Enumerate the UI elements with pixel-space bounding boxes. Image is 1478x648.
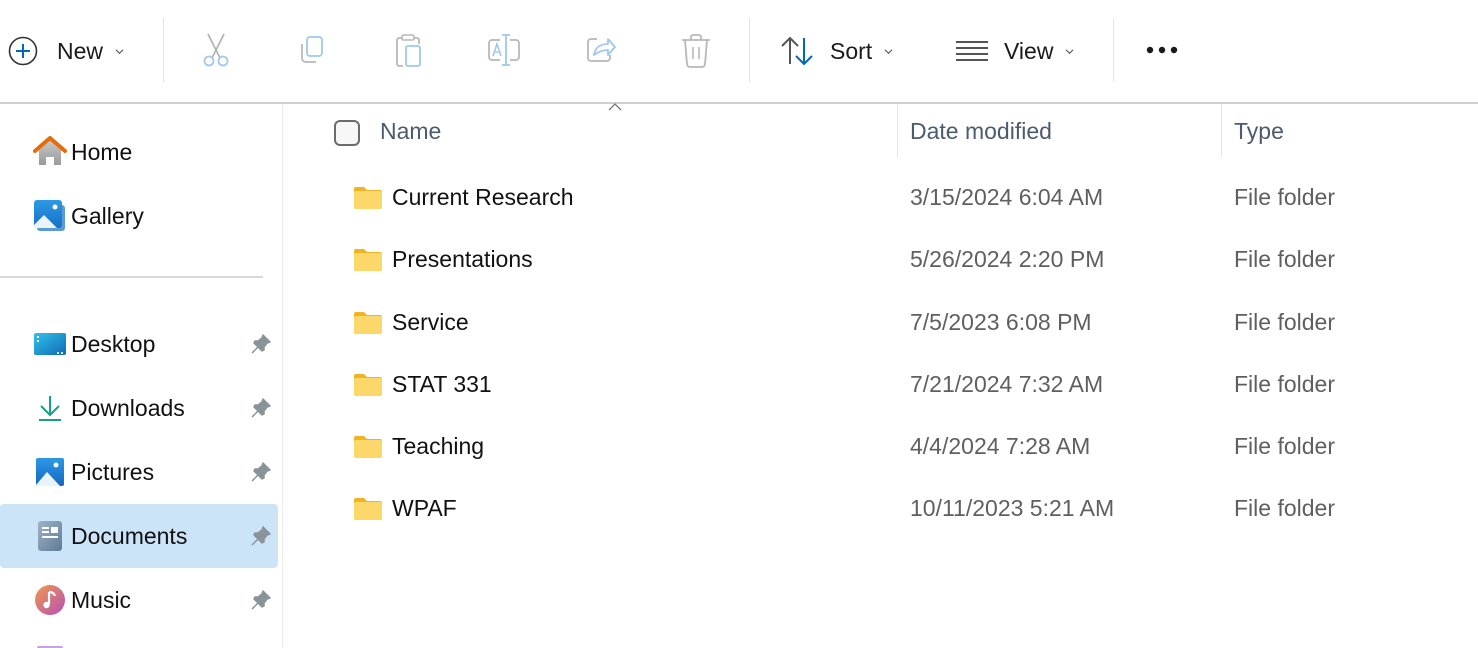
share-icon — [587, 38, 616, 62]
command-bar: New Sort View — [0, 0, 1478, 104]
more-options-icon — [1146, 46, 1178, 54]
sidebar-label: Gallery — [71, 202, 144, 229]
more-options-button[interactable] — [1142, 30, 1182, 70]
sidebar-label: Home — [71, 138, 133, 165]
file-type: File folder — [1234, 371, 1335, 397]
sort-icon — [781, 36, 813, 66]
sidebar-label: Pictures — [71, 458, 155, 485]
sort-button[interactable]: Sort — [780, 28, 893, 74]
folder-icon — [354, 187, 382, 209]
sidebar-item-desktop[interactable]: Desktop — [0, 312, 278, 376]
pin-icon[interactable] — [250, 589, 272, 611]
sort-ascending-icon — [608, 103, 622, 111]
rename-icon — [488, 34, 520, 66]
folder-icon — [354, 498, 382, 520]
pin-icon[interactable] — [250, 461, 272, 483]
folder-icon — [354, 312, 382, 334]
file-row[interactable]: Teaching 4/4/2024 7:28 AM File folder — [284, 417, 1478, 479]
gallery-icon — [33, 199, 67, 233]
desktop-icon — [33, 327, 67, 361]
home-icon — [33, 135, 67, 169]
delete-icon — [682, 34, 710, 68]
plus-circle-icon — [8, 36, 38, 66]
paste-icon — [396, 34, 421, 67]
file-row[interactable]: STAT 331 7/21/2024 7:32 AM File folder — [284, 355, 1478, 417]
sidebar-divider — [0, 276, 263, 278]
sidebar-item-music[interactable]: Music — [0, 568, 278, 632]
file-date: 5/26/2024 2:20 PM — [910, 246, 1105, 272]
file-list: Name Date modified Type Current Research… — [284, 103, 1478, 648]
sidebar-item-downloads[interactable]: Downloads — [0, 376, 278, 440]
file-row[interactable]: WPAF 10/11/2023 5:21 AM File folder — [284, 479, 1478, 541]
file-type: File folder — [1234, 184, 1335, 210]
file-date: 7/5/2023 6:08 PM — [910, 309, 1092, 335]
folder-icon — [354, 374, 382, 396]
cut-button[interactable] — [196, 30, 236, 70]
sidebar-item-documents[interactable]: Documents — [0, 504, 278, 568]
chevron-down-icon — [1065, 48, 1074, 54]
pin-icon[interactable] — [250, 525, 272, 547]
file-name: Service — [392, 309, 469, 335]
file-type: File folder — [1234, 309, 1335, 335]
sidebar-item-home[interactable]: Home — [0, 120, 278, 184]
column-header-type[interactable]: Type — [1234, 118, 1284, 145]
file-row[interactable]: Current Research 3/15/2024 6:04 AM File … — [284, 168, 1478, 230]
sidebar-item-gallery[interactable]: Gallery — [0, 184, 278, 248]
file-type: File folder — [1234, 433, 1335, 459]
view-list-icon — [956, 41, 988, 61]
new-button[interactable]: New — [8, 28, 124, 74]
file-row[interactable]: Service 7/5/2023 6:08 PM File folder — [284, 293, 1478, 355]
view-button[interactable]: View — [955, 28, 1074, 74]
pin-icon[interactable] — [250, 333, 272, 355]
sidebar-label: Documents — [71, 522, 188, 549]
file-type: File folder — [1234, 246, 1335, 272]
sidebar-item-pictures[interactable]: Pictures — [0, 440, 278, 504]
sidebar-label: Desktop — [71, 330, 156, 357]
toolbar-divider — [163, 18, 164, 82]
paste-button[interactable] — [388, 30, 428, 70]
music-icon — [33, 583, 67, 617]
cut-icon — [203, 33, 229, 67]
column-header-row: Name Date modified Type — [284, 103, 1478, 162]
toolbar-divider — [749, 18, 750, 82]
file-type: File folder — [1234, 495, 1335, 521]
file-name: Presentations — [392, 246, 533, 272]
chevron-down-icon — [884, 48, 893, 54]
sort-label: Sort — [830, 37, 873, 64]
column-resize-handle[interactable] — [897, 104, 898, 158]
pin-icon[interactable] — [250, 397, 272, 419]
delete-button[interactable] — [676, 30, 716, 70]
column-header-date[interactable]: Date modified — [910, 118, 1052, 145]
file-name: STAT 331 — [392, 371, 492, 397]
pictures-icon — [33, 455, 67, 489]
file-date: 4/4/2024 7:28 AM — [910, 433, 1091, 459]
share-button[interactable] — [580, 30, 620, 70]
new-label: New — [57, 37, 104, 64]
file-row[interactable]: Presentations 5/26/2024 2:20 PM File fol… — [284, 230, 1478, 292]
file-name: WPAF — [392, 495, 457, 521]
view-label: View — [1004, 37, 1054, 64]
copy-icon — [301, 36, 323, 63]
copy-button[interactable] — [292, 30, 332, 70]
folder-icon — [354, 436, 382, 458]
documents-icon — [33, 519, 67, 553]
toolbar-divider — [1113, 18, 1114, 82]
sidebar-label: Downloads — [71, 394, 185, 421]
folder-icon — [354, 249, 382, 271]
file-date: 10/11/2023 5:21 AM — [910, 495, 1115, 521]
select-all-checkbox[interactable] — [334, 120, 360, 146]
rename-button[interactable] — [484, 30, 524, 70]
column-header-name[interactable]: Name — [380, 118, 441, 145]
file-name: Current Research — [392, 184, 574, 210]
file-date: 3/15/2024 6:04 AM — [910, 184, 1104, 210]
navigation-pane: Home Gallery Desktop Downloads Pictures … — [0, 104, 283, 648]
file-date: 7/21/2024 7:32 AM — [910, 371, 1104, 397]
downloads-icon — [33, 391, 67, 425]
chevron-down-icon — [115, 48, 124, 54]
sidebar-label: Music — [71, 586, 132, 613]
file-name: Teaching — [392, 433, 485, 459]
column-resize-handle[interactable] — [1221, 104, 1222, 158]
